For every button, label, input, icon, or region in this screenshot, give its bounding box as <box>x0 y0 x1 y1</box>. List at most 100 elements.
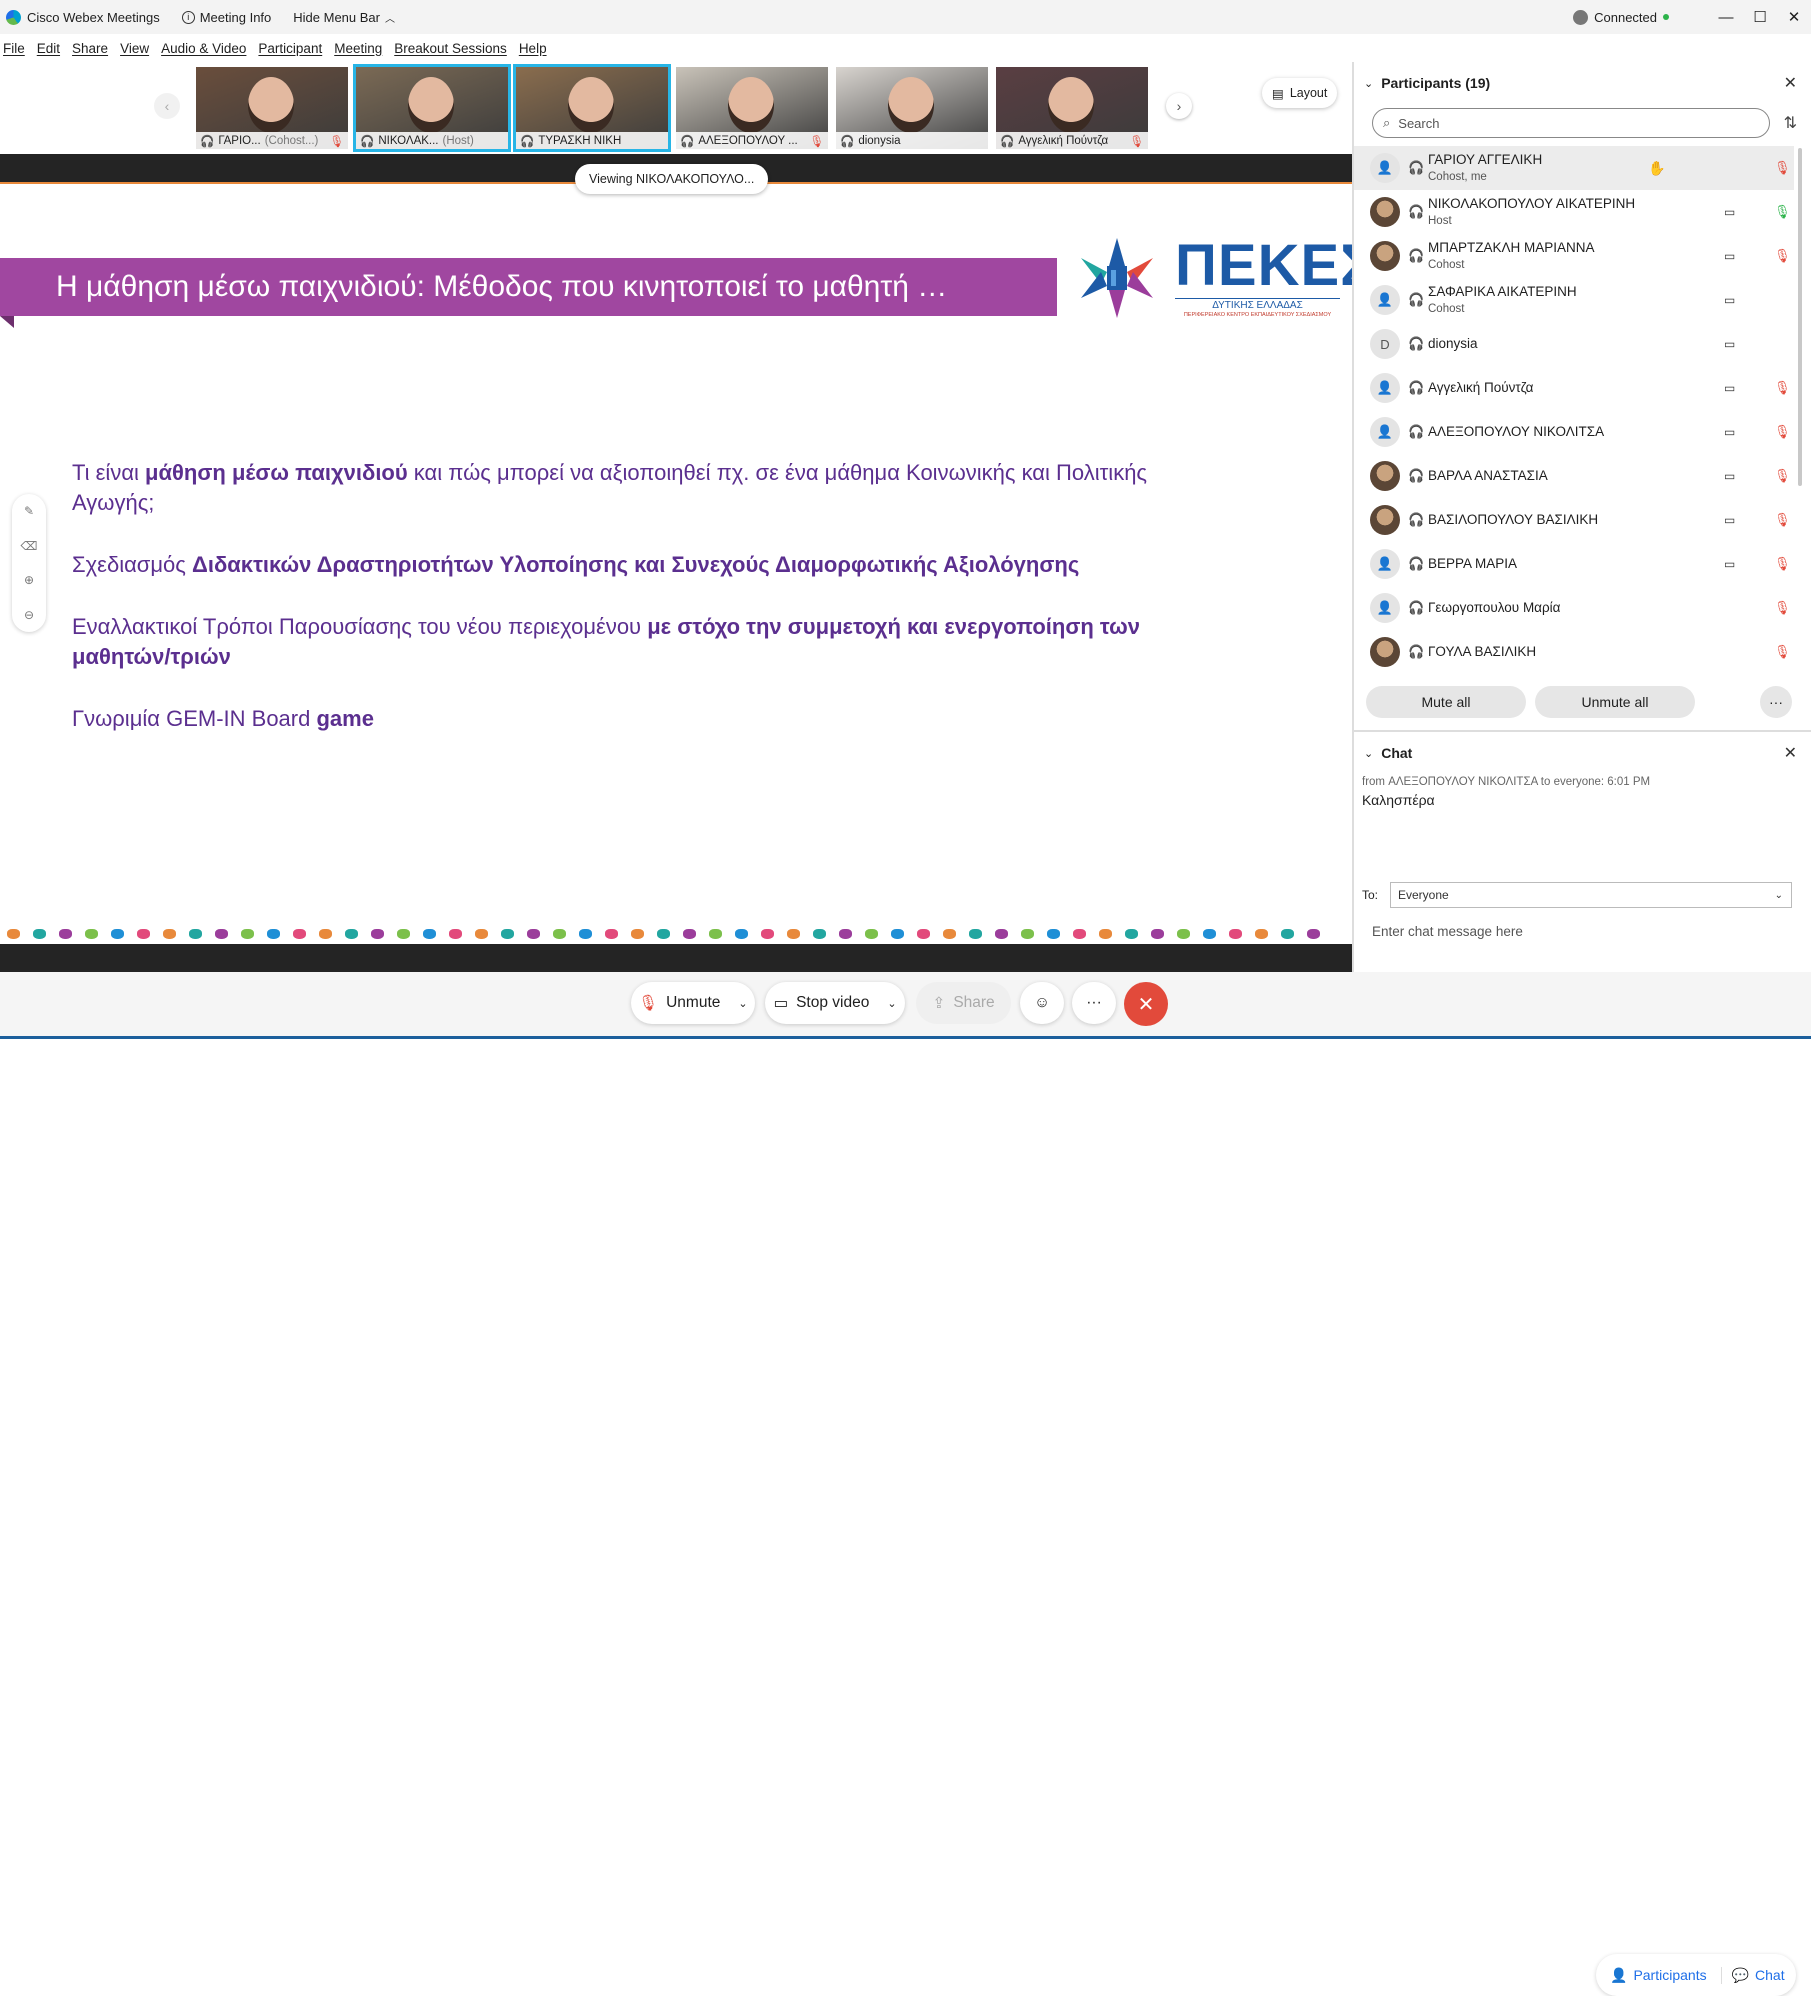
participant-row[interactable]: 🎧 ΓΟΥΛΑ ΒΑΣΙΛΙΚΗ 🎙 <box>1354 630 1794 674</box>
sort-icon[interactable]: ⇅ <box>1784 113 1797 133</box>
participant-row[interactable]: 👤 🎧 ΒΕΡΡΑ ΜΑΡΙΑ ▭ 🎙 <box>1354 542 1794 586</box>
participant-row[interactable]: 👤 🎧 Γεωργοπουλου Μαρία 🎙 <box>1354 586 1794 630</box>
menu-item-view[interactable]: View <box>120 41 149 56</box>
participant-row[interactable]: 🎧 ΒΑΣΙΛΟΠΟΥΛΟΥ ΒΑΣΙΛΙΚΗ ▭ 🎙 <box>1354 498 1794 542</box>
mic-muted-icon[interactable]: 🎙 <box>1774 248 1791 264</box>
chat-tab[interactable]: 💬 Chat <box>1720 1966 1785 1984</box>
hide-menu-bar-button[interactable]: Hide Menu Bar ︿ <box>293 10 395 25</box>
menu-item-participant[interactable]: Participant <box>258 41 322 56</box>
zoom-out-icon[interactable]: ⊖ <box>24 608 34 622</box>
more-options-button[interactable]: ··· <box>1072 982 1116 1024</box>
close-participants-button[interactable]: ✕ <box>1784 73 1797 93</box>
participant-row[interactable]: 👤 🎧 ΣΑΦΑΡΙΚΑ ΑΙΚΑΤΕΡΙΝΗ Cohost ▭ <box>1354 278 1794 322</box>
annotation-toolbar: ✎ ⌫ ⊕ ⊖ <box>12 494 46 632</box>
close-window-button[interactable]: ✕ <box>1777 0 1811 34</box>
menu-item-breakout-sessions[interactable]: Breakout Sessions <box>394 41 507 56</box>
chevron-down-icon[interactable]: ⌄ <box>1364 77 1373 90</box>
participants-more-button[interactable]: ··· <box>1760 686 1792 718</box>
strip-prev-button[interactable]: ‹ <box>154 93 180 119</box>
audio-icon: 🎧 <box>1408 600 1425 615</box>
participant-search-input[interactable]: ⌕ Search <box>1372 108 1770 138</box>
unmute-button[interactable]: 🎙 Unmute ⌄ <box>631 982 755 1024</box>
mic-active-icon[interactable]: 🎙 <box>1774 204 1791 220</box>
video-camera-icon: ▭ <box>1724 293 1736 307</box>
video-tile[interactable]: 🎧 ΓΑΡΙΟ... (Cohost...) 🎙 <box>193 64 351 152</box>
video-camera-icon: ▭ <box>1724 425 1736 439</box>
participant-name: ΓΟΥΛΑ ΒΑΣΙΛΙΚΗ <box>1428 644 1537 659</box>
participant-row[interactable]: 👤 🎧 Αγγελική Πούντζα ▭ 🎙 <box>1354 366 1794 410</box>
decoration-dot <box>267 929 280 939</box>
video-camera-icon: ▭ <box>1724 337 1736 351</box>
reactions-button[interactable]: ☺ <box>1020 982 1064 1024</box>
decoration-dot <box>813 929 826 939</box>
participants-tab[interactable]: 👤 Participants <box>1596 1967 1707 1984</box>
participant-row[interactable]: 🎧 ΜΠΑΡΤΖΑΚΛΗ ΜΑΡΙΑΝΝΑ Cohost ▭ 🎙 <box>1354 234 1794 278</box>
participant-face <box>888 77 934 133</box>
participant-row[interactable]: 👤 🎧 ΓΑΡΙΟΥ ΑΓΓΕΛΙΚΗ Cohost, me ✋ 🎙 <box>1354 146 1794 190</box>
pekes-star-icon <box>1081 238 1153 318</box>
audio-icon: 🎧 <box>1408 336 1425 351</box>
mic-muted-icon[interactable]: 🎙 <box>1774 380 1791 396</box>
mic-muted-icon[interactable]: 🎙 <box>1774 160 1791 176</box>
mic-muted-icon[interactable]: 🎙 <box>1774 644 1791 660</box>
minimize-button[interactable]: — <box>1709 0 1743 34</box>
decoration-dot <box>787 929 800 939</box>
share-button[interactable]: ⇪ Share <box>916 982 1011 1024</box>
menu-item-file[interactable]: File <box>3 41 25 56</box>
menu-bar: File Edit Share View Audio & Video Participan… <box>0 34 1352 62</box>
app-name: Cisco Webex Meetings <box>27 9 160 25</box>
participant-row[interactable]: D 🎧 dionysia ▭ <box>1354 322 1794 366</box>
decoration-dot <box>501 929 514 939</box>
video-tile[interactable]: 🎧 ΝΙΚΟΛΑΚ... (Host) <box>353 64 511 152</box>
video-tile-name: Αγγελική Πούντζα <box>1018 134 1109 147</box>
chat-header[interactable]: ⌄ Chat ✕ <box>1354 732 1811 774</box>
participant-name: ΒΑΣΙΛΟΠΟΥΛΟΥ ΒΑΣΙΛΙΚΗ <box>1428 512 1599 527</box>
mic-muted-icon[interactable]: 🎙 <box>1774 600 1791 616</box>
video-tile[interactable]: 🎧 ΤΥΡΑΣΚΗ ΝΙΚΗ <box>513 64 671 152</box>
layout-button[interactable]: ▤ Layout <box>1262 78 1338 108</box>
menu-item-meeting[interactable]: Meeting <box>334 41 382 56</box>
eraser-icon[interactable]: ⌫ <box>21 539 38 553</box>
maximize-button[interactable]: ☐ <box>1743 0 1777 34</box>
zoom-in-icon[interactable]: ⊕ <box>24 573 34 587</box>
participant-list-scrollbar[interactable] <box>1798 148 1802 486</box>
menu-item-help[interactable]: Help <box>519 41 547 56</box>
chevron-down-icon[interactable]: ⌄ <box>1364 747 1373 760</box>
menu-item-share[interactable]: Share <box>72 41 108 56</box>
mute-all-button[interactable]: Mute all <box>1366 686 1526 718</box>
mic-muted-icon[interactable]: 🎙 <box>1774 424 1791 440</box>
decoration-dot <box>1229 929 1242 939</box>
annotate-icon[interactable]: ✎ <box>24 504 34 518</box>
meeting-info-button[interactable]: i Meeting Info <box>181 10 271 25</box>
menu-item-edit[interactable]: Edit <box>37 41 60 56</box>
camera-icon: ▭ <box>773 994 789 1012</box>
video-tile-name: ΤΥΡΑΣΚΗ ΝΙΚΗ <box>538 134 622 147</box>
video-tile[interactable]: 🎧 ΑΛΕΞΟΠΟΥΛΟΥ ... 🎙 <box>673 64 831 152</box>
video-tile[interactable]: 🎧 Αγγελική Πούντζα 🎙 <box>993 64 1151 152</box>
menu-item-audio-video[interactable]: Audio & Video <box>161 41 246 56</box>
viewing-indicator[interactable]: Viewing ΝΙΚΟΛΑΚΟΠΟΥΛΟ... <box>575 164 769 194</box>
strip-next-button[interactable]: › <box>1166 93 1192 119</box>
chat-recipient-select[interactable]: Everyone ⌄ <box>1390 882 1792 908</box>
mic-muted-icon[interactable]: 🎙 <box>1774 468 1791 484</box>
decoration-dot <box>475 929 488 939</box>
stop-video-button[interactable]: ▭ Stop video ⌄ <box>765 982 905 1024</box>
participant-row[interactable]: 🎧 ΒΑΡΛΑ ΑΝΑΣΤΑΣΙΑ ▭ 🎙 <box>1354 454 1794 498</box>
video-tile[interactable]: 🎧 dionysia <box>833 64 991 152</box>
avatar: 👤 <box>1370 549 1400 579</box>
shared-content-area: Viewing ΝΙΚΟΛΑΚΟΠΟΥΛΟ... Η μάθηση μέσω π… <box>0 154 1352 972</box>
mic-muted-icon[interactable]: 🎙 <box>1774 556 1791 572</box>
unmute-all-button[interactable]: Unmute all <box>1535 686 1695 718</box>
chat-message-input[interactable]: Enter chat message here <box>1372 924 1523 939</box>
participant-row[interactable]: 👤 🎧 ΑΛΕΞΟΠΟΥΛΟΥ ΝΙΚΟΛΙΤΣΑ ▭ 🎙 <box>1354 410 1794 454</box>
participants-header[interactable]: ⌄ Participants (19) ✕ <box>1354 62 1811 104</box>
chevron-down-icon[interactable]: ⌄ <box>887 997 896 1010</box>
raise-hand-icon[interactable]: ✋ <box>1648 160 1665 177</box>
mic-muted-icon[interactable]: 🎙 <box>1774 512 1791 528</box>
participant-row[interactable]: 🎧 ΝΙΚΟΛΑΚΟΠΟΥΛΟΥ ΑΙΚΑΤΕΡΙΝΗ Host ▭ 🎙 <box>1354 190 1794 234</box>
end-meeting-button[interactable]: ✕ <box>1124 982 1168 1026</box>
close-chat-button[interactable]: ✕ <box>1784 743 1797 763</box>
participant-face <box>728 77 774 133</box>
chevron-down-icon[interactable]: ⌄ <box>738 997 747 1010</box>
chevron-up-icon: ︿ <box>384 13 395 25</box>
